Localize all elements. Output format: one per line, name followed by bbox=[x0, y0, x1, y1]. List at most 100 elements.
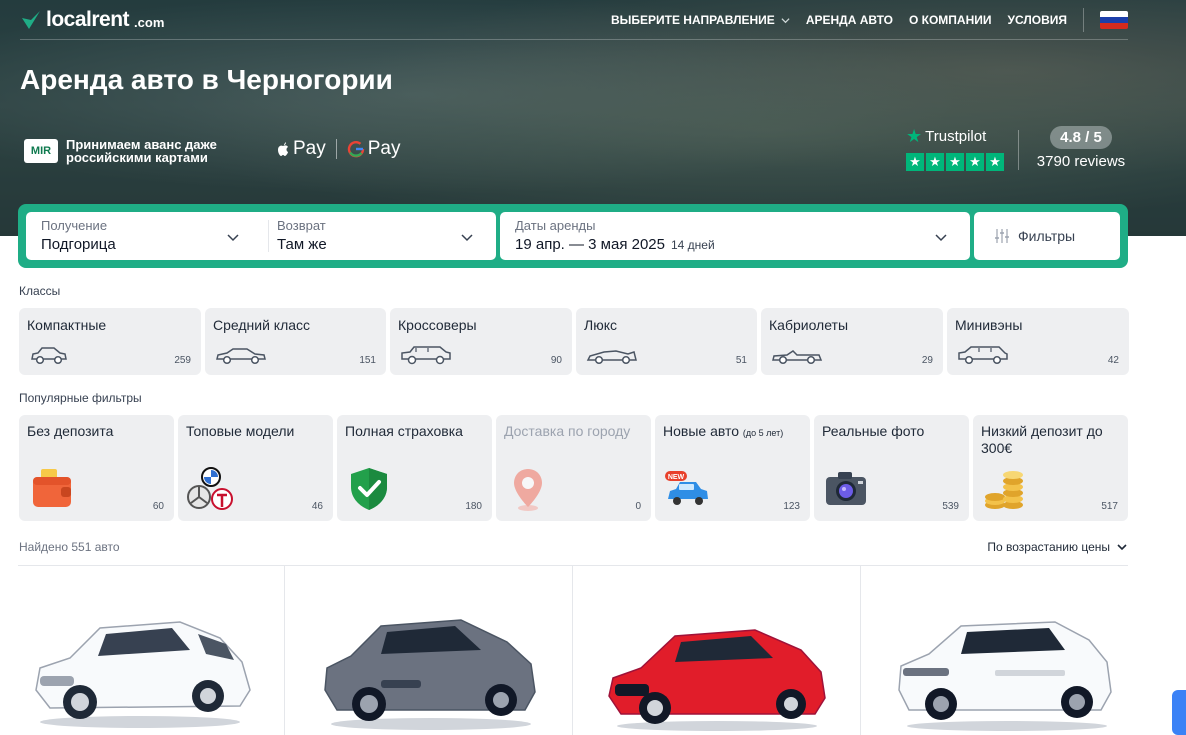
reviews-count: 3790 reviews bbox=[1036, 153, 1126, 170]
filter-count: 517 bbox=[1101, 501, 1118, 512]
pickup-value: Подгорица bbox=[41, 236, 116, 253]
google-pay-label: Pay bbox=[367, 138, 401, 159]
sort-dropdown[interactable]: По возрастанию цены bbox=[987, 540, 1128, 554]
class-count: 29 bbox=[921, 355, 933, 366]
class-card-compact[interactable]: Компактные 259 bbox=[19, 308, 201, 375]
car-card[interactable] bbox=[861, 566, 1129, 735]
trustpilot-label: Trustpilot bbox=[925, 128, 987, 145]
star-icon: ★ bbox=[986, 153, 1004, 171]
filter-name: Реальные фото bbox=[822, 423, 925, 439]
filters-button[interactable]: Фильтры bbox=[974, 212, 1120, 260]
class-card-convertible[interactable]: Кабриолеты 29 bbox=[761, 308, 943, 375]
pickup-label: Получение bbox=[41, 218, 108, 233]
class-card-minivan[interactable]: Минивэны 42 bbox=[947, 308, 1129, 375]
car-brands-icon bbox=[187, 467, 233, 510]
class-card-crossover[interactable]: Кроссоверы 90 bbox=[390, 308, 572, 375]
trustpilot-widget[interactable]: ★ Trustpilot ★ ★ ★ ★ ★ bbox=[906, 126, 1004, 171]
logo-check-icon bbox=[22, 10, 40, 29]
mir-logo-icon: MIR bbox=[24, 139, 58, 163]
dates-field[interactable]: Даты аренды 19 апр. — 3 мая 2025 14 дней bbox=[500, 212, 970, 260]
filter-low-deposit[interactable]: Низкий депозит до 300€ 517 bbox=[973, 415, 1128, 521]
class-count: 259 bbox=[174, 355, 191, 366]
suv-car-icon bbox=[401, 346, 451, 365]
filter-new-cars[interactable]: Новые авто (до 5 лет) NEW 123 bbox=[655, 415, 810, 521]
new-car-icon: NEW bbox=[665, 471, 708, 505]
page-title: Аренда авто в Черногории bbox=[20, 64, 393, 95]
nav-destination[interactable]: ВЫБЕРИТЕ НАПРАВЛЕНИЕ bbox=[611, 13, 790, 27]
dates-value: 19 апр. — 3 мая 2025 14 дней bbox=[515, 236, 715, 253]
nav-car-rental[interactable]: АРЕНДА АВТО bbox=[806, 13, 893, 27]
filter-full-insurance[interactable]: Полная страховка 180 bbox=[337, 415, 492, 521]
car-photo-white-crossover bbox=[898, 621, 1112, 731]
convertible-car-icon bbox=[772, 350, 823, 365]
class-card-luxury[interactable]: Люкс 51 bbox=[576, 308, 757, 375]
apple-pay-label: Pay bbox=[293, 138, 326, 159]
dates-range: 19 апр. — 3 мая 2025 bbox=[515, 236, 665, 253]
logo-text: localrent bbox=[46, 7, 130, 31]
site-logo[interactable]: localrent .com bbox=[20, 8, 164, 32]
filter-name: Без депозита bbox=[27, 423, 114, 439]
filter-count: 46 bbox=[311, 501, 323, 512]
car-card[interactable] bbox=[18, 566, 285, 735]
wallet-icon bbox=[33, 469, 71, 507]
sort-label: По возрастанию цены bbox=[987, 540, 1110, 554]
payment-divider bbox=[335, 139, 337, 159]
nav-divider bbox=[1083, 8, 1084, 32]
dates-label: Даты аренды bbox=[515, 218, 596, 233]
logo-suffix: .com bbox=[134, 14, 165, 30]
car-card[interactable] bbox=[573, 566, 861, 735]
filter-count: 539 bbox=[942, 501, 959, 512]
filter-top-models[interactable]: Топовые модели 46 bbox=[178, 415, 333, 521]
chevron-down-icon bbox=[935, 234, 947, 242]
location-pin-icon bbox=[514, 469, 542, 511]
filter-name: Новые авто (до 5 лет) bbox=[663, 423, 803, 442]
apple-icon bbox=[278, 142, 288, 156]
nav-conditions[interactable]: УСЛОВИЯ bbox=[1007, 13, 1067, 27]
filter-name: Топовые модели bbox=[186, 423, 295, 439]
search-bar: Получение Подгорица Возврат Там же Даты … bbox=[18, 204, 1128, 268]
car-photo-red-hatchback bbox=[608, 629, 826, 731]
class-name: Минивэны bbox=[955, 317, 1023, 333]
class-name: Кроссоверы bbox=[398, 317, 477, 333]
filter-count: 60 bbox=[152, 501, 164, 512]
return-field[interactable]: Возврат Там же bbox=[262, 212, 496, 260]
class-name: Средний класс bbox=[213, 317, 311, 333]
chevron-down-icon bbox=[227, 234, 239, 242]
popular-filters-heading: Популярные фильтры bbox=[19, 391, 142, 405]
filter-name: Доставка по городу bbox=[504, 423, 631, 439]
minivan-car-icon bbox=[958, 346, 1008, 365]
support-chat-tab[interactable] bbox=[1172, 690, 1186, 735]
filter-name: Низкий депозит до 300€ bbox=[981, 423, 1103, 456]
filter-real-photos[interactable]: Реальные фото 539 bbox=[814, 415, 969, 521]
pickup-field[interactable]: Получение Подгорица bbox=[26, 212, 262, 260]
chevron-down-icon bbox=[461, 234, 473, 242]
class-name: Кабриолеты bbox=[769, 317, 849, 333]
rating-divider bbox=[1018, 130, 1019, 170]
class-count: 51 bbox=[735, 355, 747, 366]
sports-car-icon bbox=[586, 350, 637, 365]
filter-name-text: Новые авто bbox=[663, 423, 740, 439]
rating-summary[interactable]: 4.8 / 5 3790 reviews bbox=[1034, 126, 1128, 170]
star-icon: ★ bbox=[906, 153, 924, 171]
car-card[interactable] bbox=[285, 566, 573, 735]
car-photo-white-hatchback bbox=[35, 621, 251, 728]
filter-count: 180 bbox=[465, 501, 482, 512]
star-icon: ★ bbox=[946, 153, 964, 171]
return-value: Там же bbox=[277, 236, 327, 253]
star-icon: ★ bbox=[926, 153, 944, 171]
filter-no-deposit[interactable]: Без депозита 60 bbox=[19, 415, 174, 521]
rating-score: 4.8 / 5 bbox=[1050, 126, 1112, 149]
class-card-midsize[interactable]: Средний класс 151 bbox=[205, 308, 386, 375]
filter-city-delivery[interactable]: Доставка по городу 0 bbox=[496, 415, 651, 521]
trustpilot-star-icon: ★ bbox=[906, 126, 923, 146]
russian-flag-icon[interactable] bbox=[1100, 11, 1128, 29]
google-g-icon bbox=[347, 140, 364, 158]
nav-about[interactable]: О КОМПАНИИ bbox=[909, 13, 992, 27]
filter-tag: (до 5 лет) bbox=[742, 428, 784, 438]
results-count: Найдено 551 авто bbox=[19, 540, 120, 554]
dates-days: 14 дней bbox=[671, 238, 715, 252]
location-selector: Получение Подгорица Возврат Там же bbox=[26, 212, 496, 260]
mir-payment-badge: MIR Принимаем аванс даже российскими кар… bbox=[24, 138, 236, 164]
trustpilot-stars: ★ ★ ★ ★ ★ bbox=[906, 153, 1004, 171]
class-count: 151 bbox=[359, 355, 376, 366]
